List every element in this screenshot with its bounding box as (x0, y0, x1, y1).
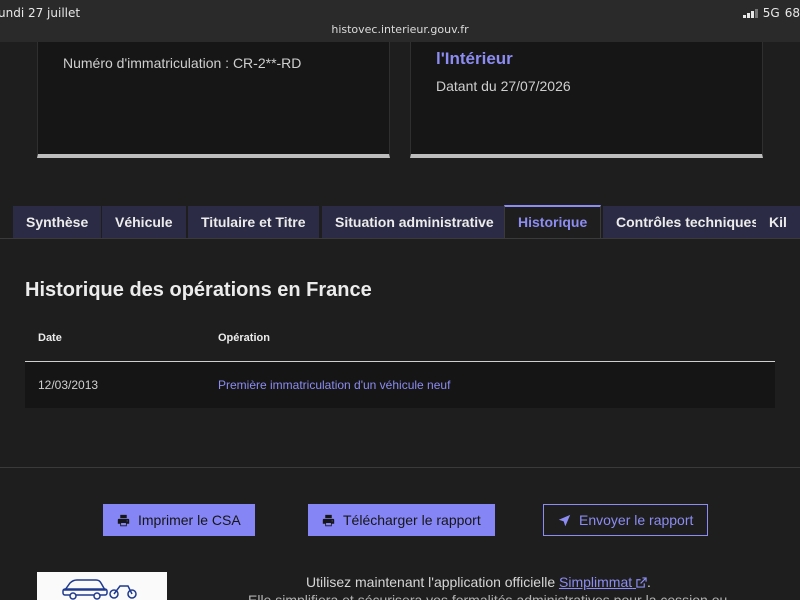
tab-bar: Synthèse Véhicule Titulaire et Titre Sit… (0, 205, 800, 239)
tab-synthese[interactable]: Synthèse (13, 206, 102, 238)
car-motorbike-icon (62, 579, 137, 600)
promo-text: Utilisez maintenant l'application offici… (306, 574, 556, 590)
table-row: 12/03/2013 Première immatriculation d'un… (25, 362, 775, 408)
report-date: Datant du 27/07/2026 (436, 78, 571, 94)
column-header-operation: Opération (218, 332, 270, 344)
row-operation: Première immatriculation d'un véhicule n… (218, 378, 451, 392)
tab-historique[interactable]: Historique (504, 205, 602, 239)
network-type: 5G (762, 6, 780, 20)
send-report-label: Envoyer le rapport (579, 512, 694, 528)
printer-icon (117, 514, 130, 526)
simplimmat-promo-detail: Elle simplifiera et sécurisera vos forma… (248, 592, 728, 600)
tab-kilometrage[interactable]: Kil (756, 206, 800, 238)
history-title: Historique des opérations en France (25, 279, 372, 301)
status-indicators: 5G 68 (742, 6, 800, 20)
ministry-title: l'Intérieur (436, 49, 513, 68)
battery-level: 68 (784, 6, 800, 20)
url-text: histovec.interieur.gouv.fr (331, 23, 469, 36)
tab-controles-techniques[interactable]: Contrôles techniques (603, 206, 773, 238)
simplimmat-link[interactable]: Simplimmat (559, 574, 647, 590)
simplimmat-promo: Utilisez maintenant l'application offici… (306, 574, 651, 590)
tab-vehicule[interactable]: Véhicule (102, 206, 186, 238)
simplimmat-vehicles-illustration (37, 572, 167, 600)
registration-card: Numéro d'immatriculation : CR-2**-RD (37, 42, 390, 158)
send-report-button[interactable]: Envoyer le rapport (543, 504, 709, 536)
status-date: undi 27 juillet (0, 6, 81, 20)
download-report-button[interactable]: Télécharger le rapport (308, 504, 495, 536)
print-csa-label: Imprimer le CSA (138, 512, 241, 528)
signal-icon (742, 8, 758, 18)
history-table: Date Opération 12/03/2013 Première immat… (25, 319, 775, 408)
tab-titulaire-titre[interactable]: Titulaire et Titre (188, 206, 319, 238)
send-arrow-icon (558, 514, 571, 526)
simplimmat-link-label: Simplimmat (559, 574, 633, 590)
tab-situation-administrative[interactable]: Situation administrative (322, 206, 507, 238)
promo-period: . (647, 574, 651, 590)
column-header-date: Date (38, 332, 62, 344)
print-csa-button[interactable]: Imprimer le CSA (103, 504, 255, 536)
status-bar: undi 27 juillet 5G 68 (0, 0, 800, 22)
printer-icon (322, 514, 335, 526)
row-date: 12/03/2013 (38, 378, 99, 392)
history-panel: Historique des opérations en France Date… (0, 238, 800, 468)
registration-number: Numéro d'immatriculation : CR-2**-RD (63, 55, 302, 71)
ministry-card: l'Intérieur Datant du 27/07/2026 (410, 42, 763, 158)
download-report-label: Télécharger le rapport (343, 512, 481, 528)
table-header: Date Opération (25, 319, 775, 362)
external-link-icon (636, 577, 647, 588)
url-bar[interactable]: histovec.interieur.gouv.fr (0, 22, 800, 42)
